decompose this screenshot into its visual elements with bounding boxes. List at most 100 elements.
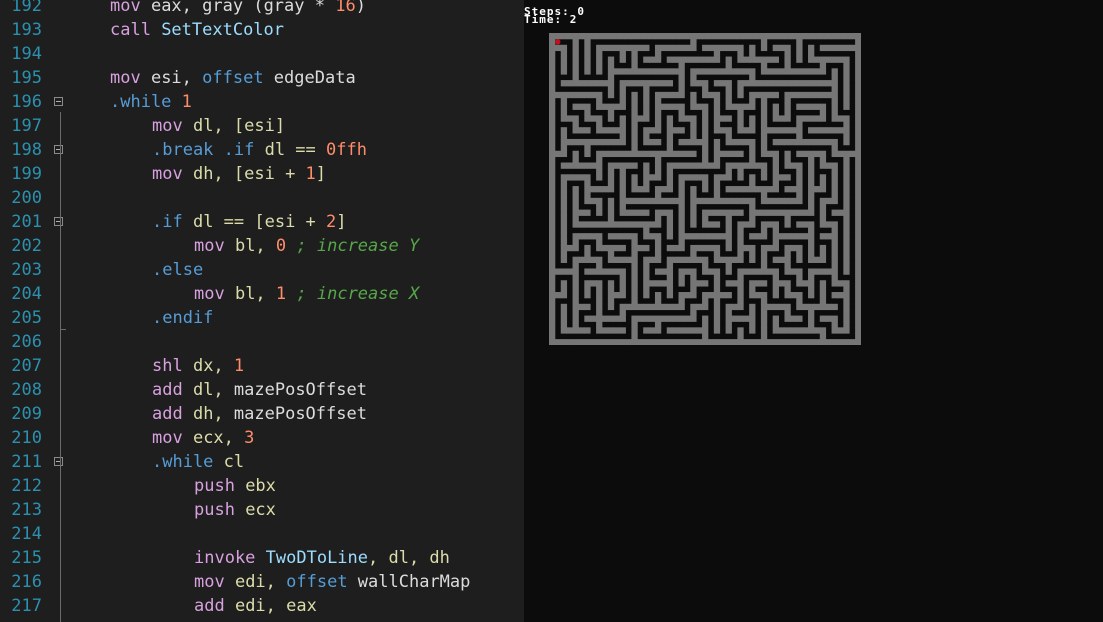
maze-wall <box>607 62 615 69</box>
maze-wall <box>725 44 732 52</box>
maze-wall <box>654 256 662 263</box>
console-window[interactable]: Steps: 0 Time: 2 <box>524 0 1103 622</box>
code-line[interactable]: 204 mov bl, 1 ; increase X <box>0 282 524 306</box>
code-line[interactable]: 215 invoke TwoDToLine, dl, dh <box>0 546 524 570</box>
code-line[interactable]: 192 mov eax, gray (gray * 16) <box>0 0 524 18</box>
maze-wall <box>760 56 768 63</box>
maze-wall <box>702 215 709 222</box>
maze-wall <box>796 138 803 146</box>
maze-wall <box>637 33 644 40</box>
maze-wall <box>631 133 638 140</box>
maze-wall <box>796 168 803 175</box>
maze-wall <box>549 68 556 75</box>
maze-wall <box>784 280 791 287</box>
maze-wall <box>855 121 861 128</box>
maze-wall <box>731 339 738 345</box>
maze-wall <box>737 256 744 263</box>
maze-wall <box>678 91 685 99</box>
maze-wall <box>808 321 815 328</box>
maze-wall <box>825 56 832 63</box>
maze-wall <box>855 127 861 134</box>
code-line[interactable]: 212 push ebx <box>0 474 524 498</box>
maze-wall <box>649 233 656 240</box>
code-line[interactable]: 195 mov esi, offset edgeData <box>0 66 524 90</box>
line-number: 208 <box>11 380 42 400</box>
maze-wall <box>549 156 556 163</box>
code-line[interactable]: 197 mov dl, [esi] <box>0 114 524 138</box>
code-line[interactable]: 196 .while 1 <box>0 90 524 114</box>
maze-wall <box>690 292 697 299</box>
fold-toggle-icon[interactable] <box>54 217 63 226</box>
maze-wall <box>690 197 697 205</box>
code-text: mov dl, [esi] <box>152 116 286 136</box>
maze-wall <box>613 233 621 240</box>
maze-wall <box>702 315 709 322</box>
maze-wall <box>843 115 850 122</box>
maze-wall <box>808 91 815 99</box>
code-line[interactable]: 208 add dl, mazePosOffset <box>0 378 524 402</box>
maze-wall <box>631 62 638 69</box>
maze-wall <box>584 250 591 258</box>
maze-wall <box>643 327 650 334</box>
code-line[interactable]: 198 .break .if dl == 0ffh <box>0 138 524 162</box>
code-editor[interactable]: 192 mov eax, gray (gray * 16) 193 call SetT… <box>0 0 524 622</box>
code-line[interactable]: 207 shl dx, 1 <box>0 354 524 378</box>
code-line[interactable]: 217 add edi, eax <box>0 594 524 618</box>
code-line[interactable]: 213 push ecx <box>0 498 524 522</box>
maze-wall <box>637 244 644 252</box>
maze-wall <box>690 121 697 128</box>
maze-wall <box>778 138 785 146</box>
maze-wall <box>607 103 615 110</box>
maze-wall <box>678 162 685 169</box>
maze-wall <box>772 174 779 181</box>
maze-wall <box>796 191 803 199</box>
code-line[interactable]: 210 mov ecx, 3 <box>0 426 524 450</box>
maze-wall <box>607 209 615 216</box>
code-line[interactable]: 202 mov bl, 0 ; increase Y <box>0 234 524 258</box>
maze-wall <box>596 138 603 146</box>
maze-wall <box>784 262 791 269</box>
maze-wall <box>760 309 768 316</box>
code-line[interactable]: 211 .while cl <box>0 450 524 474</box>
maze-wall <box>631 209 638 216</box>
code-line[interactable]: 206 <box>0 330 524 354</box>
maze-wall <box>731 68 738 75</box>
code-line[interactable]: 209 add dh, mazePosOffset <box>0 402 524 426</box>
maze-wall <box>678 56 685 63</box>
code-line[interactable]: 203 .else <box>0 258 524 282</box>
maze-wall <box>613 150 621 158</box>
maze-wall <box>802 80 809 87</box>
fold-toggle-icon[interactable] <box>54 97 63 106</box>
maze-wall <box>678 209 685 216</box>
maze-wall <box>831 91 838 99</box>
code-line[interactable]: 199 mov dh, [esi + 1] <box>0 162 524 186</box>
maze-wall <box>549 97 556 105</box>
maze-wall <box>713 250 721 258</box>
code-line[interactable]: 194 <box>0 42 524 66</box>
maze-wall <box>619 209 626 216</box>
maze-wall <box>825 91 832 99</box>
maze-wall <box>702 68 709 75</box>
maze-wall <box>855 215 861 222</box>
code-line[interactable]: 193 call SetTextColor <box>0 18 524 42</box>
maze-wall <box>760 262 768 269</box>
code-line[interactable]: 201 .if dl == [esi + 2] <box>0 210 524 234</box>
maze-wall <box>843 262 850 269</box>
code-text: add edi, eax <box>194 596 317 616</box>
fold-toggle-icon[interactable] <box>54 457 63 466</box>
code-line[interactable]: 205 .endif <box>0 306 524 330</box>
code-line[interactable]: 214 <box>0 522 524 546</box>
maze-wall <box>772 56 779 63</box>
maze-wall <box>678 150 685 158</box>
code-line[interactable]: 200 <box>0 186 524 210</box>
maze-wall <box>737 85 744 93</box>
maze-wall <box>690 215 697 222</box>
maze-wall <box>713 115 721 122</box>
maze-wall <box>619 115 626 122</box>
maze-wall <box>696 197 703 205</box>
code-line[interactable]: 216 mov edi, offset wallCharMap <box>0 570 524 594</box>
maze-wall <box>572 50 579 57</box>
fold-toggle-icon[interactable] <box>54 145 63 154</box>
maze-wall <box>808 168 815 175</box>
maze-wall <box>696 80 703 87</box>
